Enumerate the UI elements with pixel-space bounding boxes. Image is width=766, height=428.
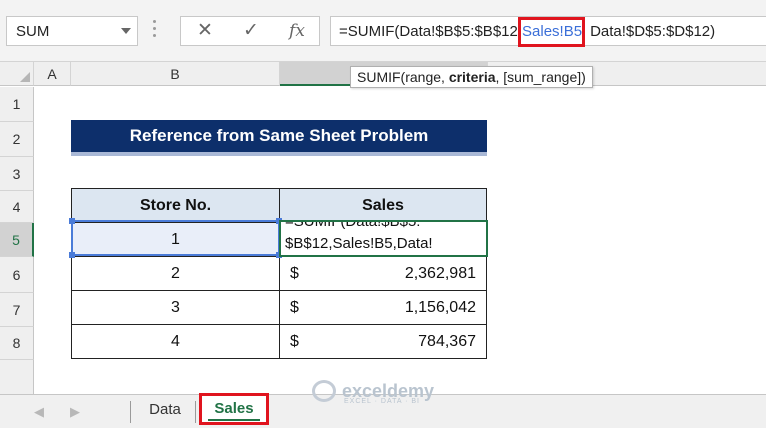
sheet-title: Reference from Same Sheet Problem: [71, 120, 487, 156]
watermark: exceldemy EXCEL · DATA · BI: [312, 380, 434, 405]
tooltip-criteria: criteria: [448, 69, 496, 85]
row-header-3[interactable]: 3: [0, 157, 34, 191]
sales-value: 2,362,981: [404, 264, 476, 282]
formula-bar-area: SUM ✕ ✓ fx =SUMIF(Data!$B$5:$B$12,Sales!…: [0, 0, 766, 62]
formula-prefix: =SUMIF(Data!$B$5:$B$12,: [339, 23, 523, 40]
row-header-8[interactable]: 8: [0, 327, 34, 360]
prev-sheet-icon[interactable]: ◀: [34, 404, 44, 420]
row-header-2[interactable]: 2: [0, 122, 34, 157]
table-row: 2 $2,362,981: [71, 256, 487, 291]
next-sheet-icon[interactable]: ▶: [70, 404, 80, 420]
tooltip-prefix: SUMIF(range,: [357, 69, 449, 85]
store-cell[interactable]: 2: [71, 256, 280, 291]
store-cell[interactable]: 3: [71, 290, 280, 325]
header-store-no[interactable]: Store No.: [71, 188, 280, 223]
exceldemy-logo-icon: [312, 380, 336, 402]
store-cell[interactable]: 4: [71, 324, 280, 359]
resize-handle[interactable]: [69, 252, 75, 258]
sales-value: 784,367: [418, 332, 476, 350]
name-box-value: SUM: [16, 23, 50, 40]
row-header-blank: [0, 360, 34, 394]
row-header-6[interactable]: 6: [0, 257, 34, 293]
function-tooltip[interactable]: SUMIF(range, criteria, [sum_range]): [350, 66, 593, 88]
name-box[interactable]: SUM: [6, 16, 138, 46]
insert-function-icon[interactable]: fx: [277, 17, 317, 45]
currency-symbol: $: [290, 298, 299, 316]
header-sales[interactable]: Sales: [279, 188, 487, 223]
chevron-down-icon[interactable]: [121, 28, 131, 34]
editor-line-2: $B$12,Sales!B5,Data!: [285, 235, 433, 252]
formula-buttons: ✕ ✓ fx: [180, 16, 320, 46]
currency-symbol: $: [290, 264, 299, 282]
tooltip-suffix: , [sum_range]): [495, 69, 586, 85]
referenced-cell-outline: [69, 218, 282, 258]
formula-highlight: Sales!B5: [522, 23, 583, 40]
row-header-4[interactable]: 4: [0, 191, 34, 223]
tab-sales[interactable]: Sales: [199, 393, 269, 425]
tab-data[interactable]: Data: [137, 395, 193, 425]
drag-handle-icon[interactable]: [153, 20, 157, 40]
column-header-b[interactable]: B: [71, 62, 280, 86]
tab-divider: [130, 401, 131, 423]
row-header-7[interactable]: 7: [0, 293, 34, 327]
column-header-a[interactable]: A: [34, 62, 71, 86]
sales-value: 1,156,042: [404, 298, 476, 316]
cancel-icon[interactable]: ✕: [185, 17, 225, 45]
currency-symbol: $: [290, 332, 299, 350]
tab-divider: [195, 401, 196, 423]
table-row: 3 $1,156,042: [71, 290, 487, 325]
select-all-corner[interactable]: [0, 62, 34, 86]
editor-line-1: =SUMIF(Data!$B$5:: [285, 220, 421, 230]
sales-cell[interactable]: $1,156,042: [279, 290, 487, 325]
active-cell-editor[interactable]: =SUMIF(Data!$B$5: $B$12,Sales!B5,Data!: [279, 220, 488, 257]
row-header-1[interactable]: 1: [0, 87, 34, 122]
sales-cell[interactable]: $784,367: [279, 324, 487, 359]
enter-icon[interactable]: ✓: [231, 17, 271, 45]
sales-cell[interactable]: $2,362,981: [279, 256, 487, 291]
table-row: 4 $784,367: [71, 324, 487, 359]
sales-table: Store No. Sales 1 2 $2,362,981 3 $1,156,…: [71, 188, 487, 359]
row-header-5[interactable]: 5: [0, 223, 34, 257]
resize-handle[interactable]: [69, 218, 75, 224]
formula-suffix: Data!$D$5:$D$12): [590, 23, 716, 40]
formula-input[interactable]: =SUMIF(Data!$B$5:$B$12,Sales!B5 Data!$D$5…: [330, 16, 766, 46]
